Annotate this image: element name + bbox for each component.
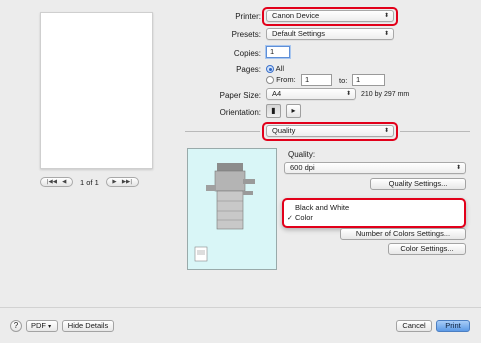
device-illustration [187, 148, 277, 270]
footer-divider [0, 307, 481, 308]
pages-from-field[interactable]: 1 [301, 74, 332, 86]
pages-from-text: From: [276, 75, 296, 84]
first-page-icon[interactable]: |◀◀ [47, 179, 57, 185]
cancel-button[interactable]: Cancel [396, 320, 432, 332]
paper-size-value: A4 [272, 89, 282, 98]
printer-value: Canon Device [272, 11, 320, 20]
pages-to-field[interactable]: 1 [352, 74, 385, 86]
preview-pager: |◀◀ ◀ 1 of 1 ▶ ▶▶| [40, 176, 153, 188]
menu-item-black-and-white[interactable]: Black and White [284, 203, 464, 213]
color-settings-button[interactable]: Color Settings... [388, 243, 466, 255]
landscape-person-icon: ▸ [291, 106, 296, 115]
presets-popup[interactable]: Default Settings ⬍ [266, 28, 394, 40]
quality-settings-button[interactable]: Quality Settings... [370, 178, 466, 190]
copier-icon [194, 163, 255, 262]
separator-right [400, 131, 470, 132]
paper-size-popup[interactable]: A4 ⬍ [266, 88, 356, 100]
first-prev-page-buttons[interactable]: |◀◀ ◀ [40, 177, 73, 187]
hide-details-button[interactable]: Hide Details [62, 320, 114, 332]
updown-arrows-icon: ⬍ [383, 30, 389, 37]
pages-label: Pages: [236, 65, 261, 74]
color-mode-menu[interactable]: Black and White ✓ Color [282, 198, 466, 228]
updown-arrows-icon: ⬍ [383, 12, 389, 19]
black-and-white-text: Black and White [295, 203, 350, 212]
copies-label: Copies: [233, 49, 261, 58]
portrait-orientation-button[interactable]: ▮ [266, 104, 281, 118]
last-page-icon[interactable]: ▶▶| [122, 179, 132, 185]
presets-label: Presets: [231, 30, 261, 39]
pdf-label: PDF [31, 321, 46, 330]
next-last-page-buttons[interactable]: ▶ ▶▶| [105, 177, 139, 187]
copies-field[interactable]: 1 [266, 46, 290, 58]
landscape-orientation-button[interactable]: ▸ [286, 104, 301, 118]
pages-all-text: All [275, 64, 285, 73]
separator-left [185, 131, 260, 132]
help-button[interactable]: ? [10, 320, 22, 332]
quality-value: 600 dpi [290, 163, 315, 172]
orientation-label: Orientation: [219, 108, 261, 117]
paper-dimensions: 210 by 297 mm [361, 91, 410, 98]
pdf-button[interactable]: PDF ▾ [26, 320, 58, 332]
panel-value: Quality [272, 126, 296, 135]
printer-popup[interactable]: Canon Device ⬍ [266, 10, 394, 22]
quality-popup[interactable]: 600 dpi ⬍ [284, 162, 466, 174]
presets-value: Default Settings [272, 29, 325, 38]
pages-all-option[interactable]: All [266, 64, 285, 74]
number-of-colors-settings-button[interactable]: Number of Colors Settings... [340, 228, 466, 240]
print-button[interactable]: Print [436, 320, 470, 332]
pages-to-label: to: [339, 76, 348, 85]
pages-from-option[interactable]: From: [266, 75, 296, 85]
page-counter: 1 of 1 [80, 177, 99, 187]
printer-label: Printer: [235, 12, 261, 21]
previous-page-icon[interactable]: ◀ [62, 179, 66, 185]
menu-item-color[interactable]: ✓ Color [284, 213, 464, 223]
portrait-person-icon: ▮ [271, 106, 276, 115]
updown-arrows-icon: ⬍ [455, 164, 461, 171]
pages-all-radio[interactable] [266, 65, 274, 74]
checkmark-icon: ✓ [287, 214, 293, 222]
panel-popup[interactable]: Quality ⬍ [266, 125, 394, 137]
paper-size-label: Paper Size: [219, 91, 261, 100]
quality-label: Quality: [288, 150, 316, 159]
print-preview-page [40, 12, 153, 169]
updown-arrows-icon: ⬍ [383, 127, 389, 134]
pages-from-radio[interactable] [266, 76, 274, 85]
next-page-icon[interactable]: ▶ [112, 179, 116, 185]
updown-arrows-icon: ⬍ [345, 90, 351, 97]
dropdown-arrow-icon: ▾ [48, 323, 52, 330]
color-text: Color [295, 213, 313, 222]
